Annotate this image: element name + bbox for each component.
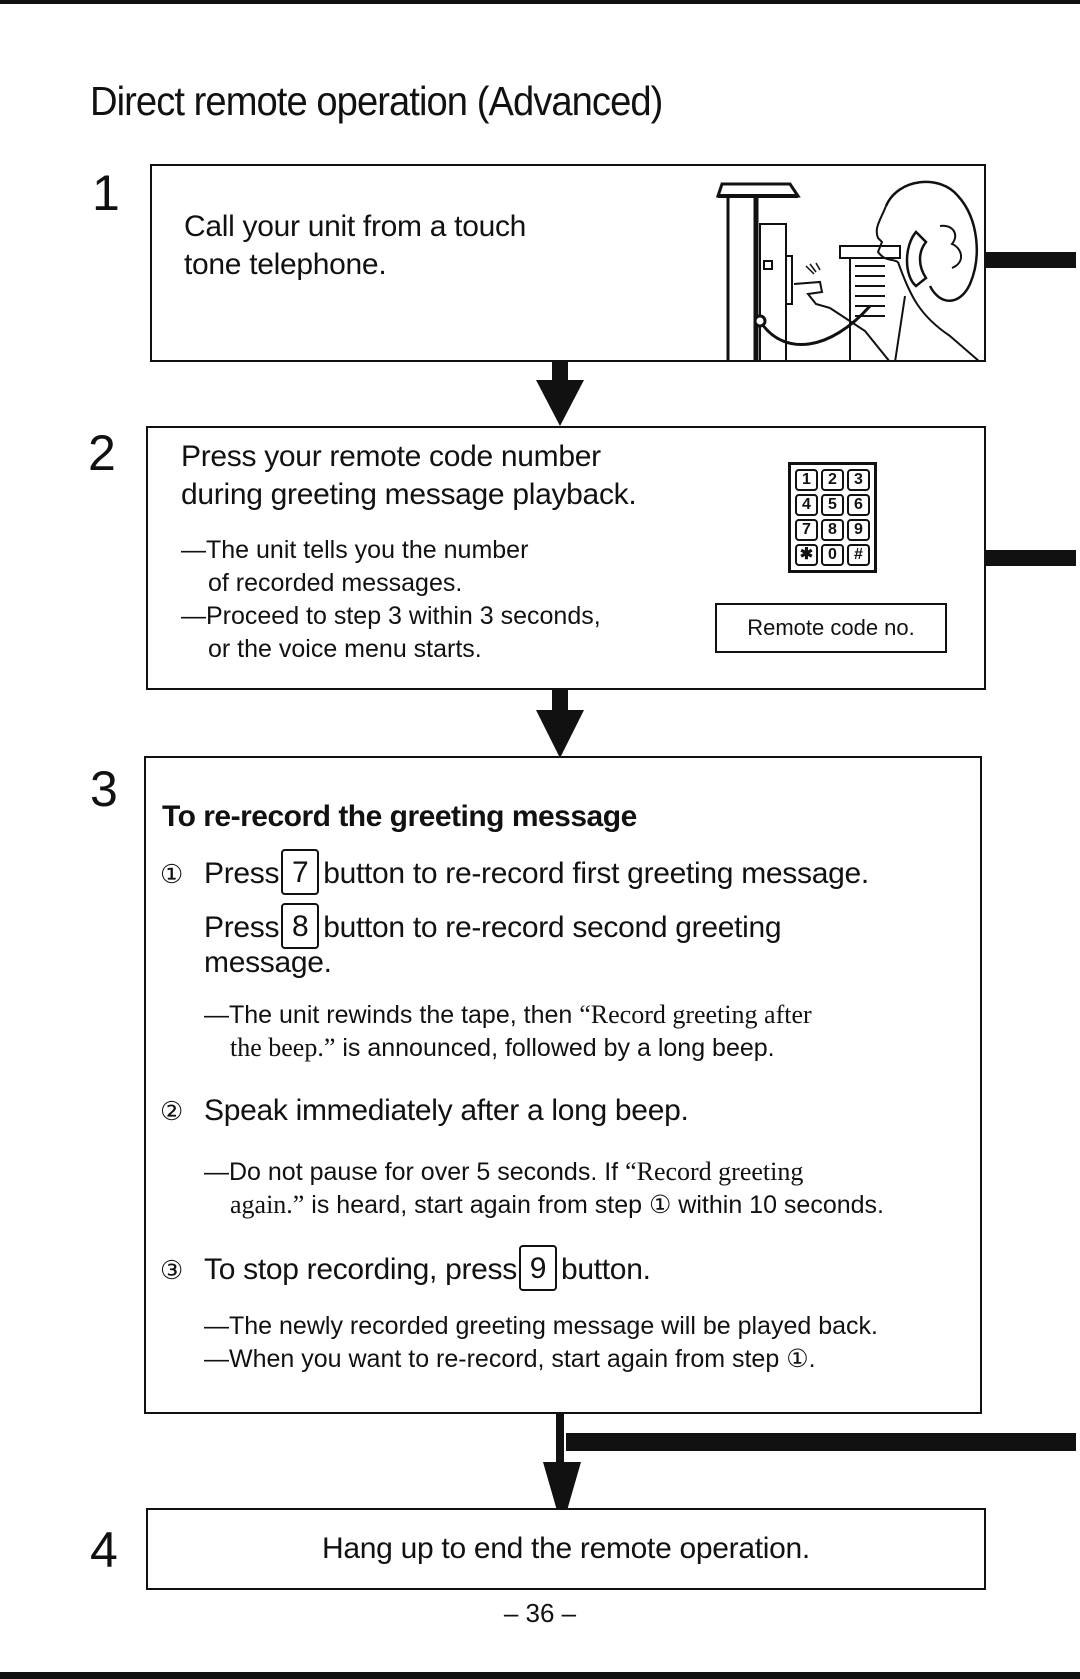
top-page-rule: [0, 0, 1080, 4]
substep-3-note: —The newly recorded greeting message wil…: [204, 1312, 878, 1340]
step-1-box: Call your unit from a touch tone telepho…: [150, 164, 986, 362]
keypad-key-hash: #: [847, 544, 870, 566]
substep-1-line-3: message.: [204, 946, 332, 979]
bottom-page-rule: [0, 1672, 1080, 1679]
substep-marker-2: ②: [160, 1096, 184, 1126]
substep-3-note: —When you want to re-record, start again…: [204, 1345, 816, 1373]
keypad-key-2: 2: [821, 469, 844, 491]
key-8-icon: 8: [281, 903, 320, 949]
step-1-text-line: Call your unit from a touch: [184, 210, 527, 243]
key-9-icon: 9: [518, 1245, 557, 1291]
substep-text: button to re-record first greeting messa…: [323, 856, 869, 890]
substep-2: ② Speak immediately after a long beep.: [160, 1092, 689, 1130]
substep-text: button.: [560, 1252, 651, 1286]
step-number-3: 3: [90, 761, 118, 817]
step-2-text-line: Press your remote code number: [181, 440, 601, 473]
step-2-note: of recorded messages.: [208, 569, 463, 597]
substep-2-note: —Do not pause for over 5 seconds. If “Re…: [204, 1155, 803, 1189]
keypad-key-9: 9: [847, 519, 870, 541]
page-title: Direct remote operation (Advanced): [90, 78, 663, 124]
page-number: – 36 –: [503, 1598, 577, 1628]
note-quote: “Record greeting: [625, 1157, 804, 1186]
substep-1-note: —The unit rewinds the tape, then “Record…: [204, 998, 812, 1032]
step-3-box: To re-record the greeting message ① Press…: [144, 756, 982, 1414]
telephone-keypad: 1 2 3 4 5 6 7 8 9 ✱ 0 #: [788, 462, 877, 573]
keypad-key-6: 6: [847, 494, 870, 516]
flow-connector-right: [986, 252, 1076, 268]
keypad-key-1: 1: [795, 469, 818, 491]
step-2-note: or the voice menu starts.: [208, 635, 482, 663]
step-2-text: Press your remote code number during gre…: [181, 438, 637, 514]
keypad-key-7: 7: [795, 519, 818, 541]
down-arrow-icon: [536, 690, 584, 758]
note-text: —Do not pause for over 5 seconds. If: [204, 1158, 626, 1186]
step-1-text: Call your unit from a touch tone telepho…: [184, 208, 526, 284]
substep-1-note: the beep.” is announced, followed by a l…: [230, 1031, 775, 1065]
keypad-key-5: 5: [821, 494, 844, 516]
step-4-box: Hang up to end the remote operation.: [146, 1508, 986, 1590]
note-text: is heard, start again from step ① within…: [304, 1191, 884, 1219]
keypad-key-0: 0: [821, 544, 844, 566]
key-7-icon: 7: [281, 849, 320, 895]
step-number-1: 1: [92, 165, 120, 221]
step-2-box: Press your remote code number during gre…: [146, 426, 986, 690]
note-quote: “Record greeting after: [579, 1000, 812, 1029]
note-quote: the beep.”: [230, 1033, 336, 1062]
step-2-note: —Proceed to step 3 within 3 seconds,: [181, 602, 601, 630]
substep-3: ③ To stop recording, press 9 button.: [160, 1245, 651, 1294]
substep-marker-1: ①: [160, 858, 184, 889]
woman-using-wall-telephone-illustration: [715, 180, 981, 362]
step-2-notes: —The unit tells you the number of record…: [181, 534, 601, 666]
note-quote: again.”: [230, 1190, 305, 1219]
step-number-2: 2: [88, 425, 116, 481]
substep-text: Press: [204, 856, 280, 890]
step-4-text: Hang up to end the remote operation.: [322, 1532, 810, 1565]
substep-text: Speak immediately after a long beep.: [204, 1094, 689, 1127]
substep-marker-3: ③: [160, 1254, 184, 1285]
flow-connector-right: [986, 550, 1076, 566]
step-number-4: 4: [90, 1522, 118, 1578]
substep-1: ① Press 7 button to re-record first greetin…: [160, 849, 869, 898]
substep-text: Press: [204, 910, 280, 944]
substep-text: To stop recording, press: [204, 1252, 517, 1286]
note-text: is announced, followed by a long beep.: [335, 1034, 775, 1062]
step-2-note: —The unit tells you the number: [181, 536, 529, 564]
keypad-key-star: ✱: [795, 544, 818, 566]
flow-connector-right: [566, 1433, 1076, 1451]
step-3-heading: To re-record the greeting message: [162, 800, 637, 833]
substep-text: button to re-record second greeting: [323, 910, 782, 944]
step-1-text-line: tone telephone.: [184, 248, 387, 281]
substep-2-note: again.” is heard, start again from step …: [230, 1188, 884, 1222]
keypad-key-4: 4: [795, 494, 818, 516]
step-2-text-line: during greeting message playback.: [181, 478, 637, 511]
remote-code-label: Remote code no.: [715, 603, 947, 653]
down-arrow-icon: [536, 362, 584, 426]
keypad-key-3: 3: [847, 469, 870, 491]
keypad-key-8: 8: [821, 519, 844, 541]
note-text: —The unit rewinds the tape, then: [204, 1001, 580, 1029]
